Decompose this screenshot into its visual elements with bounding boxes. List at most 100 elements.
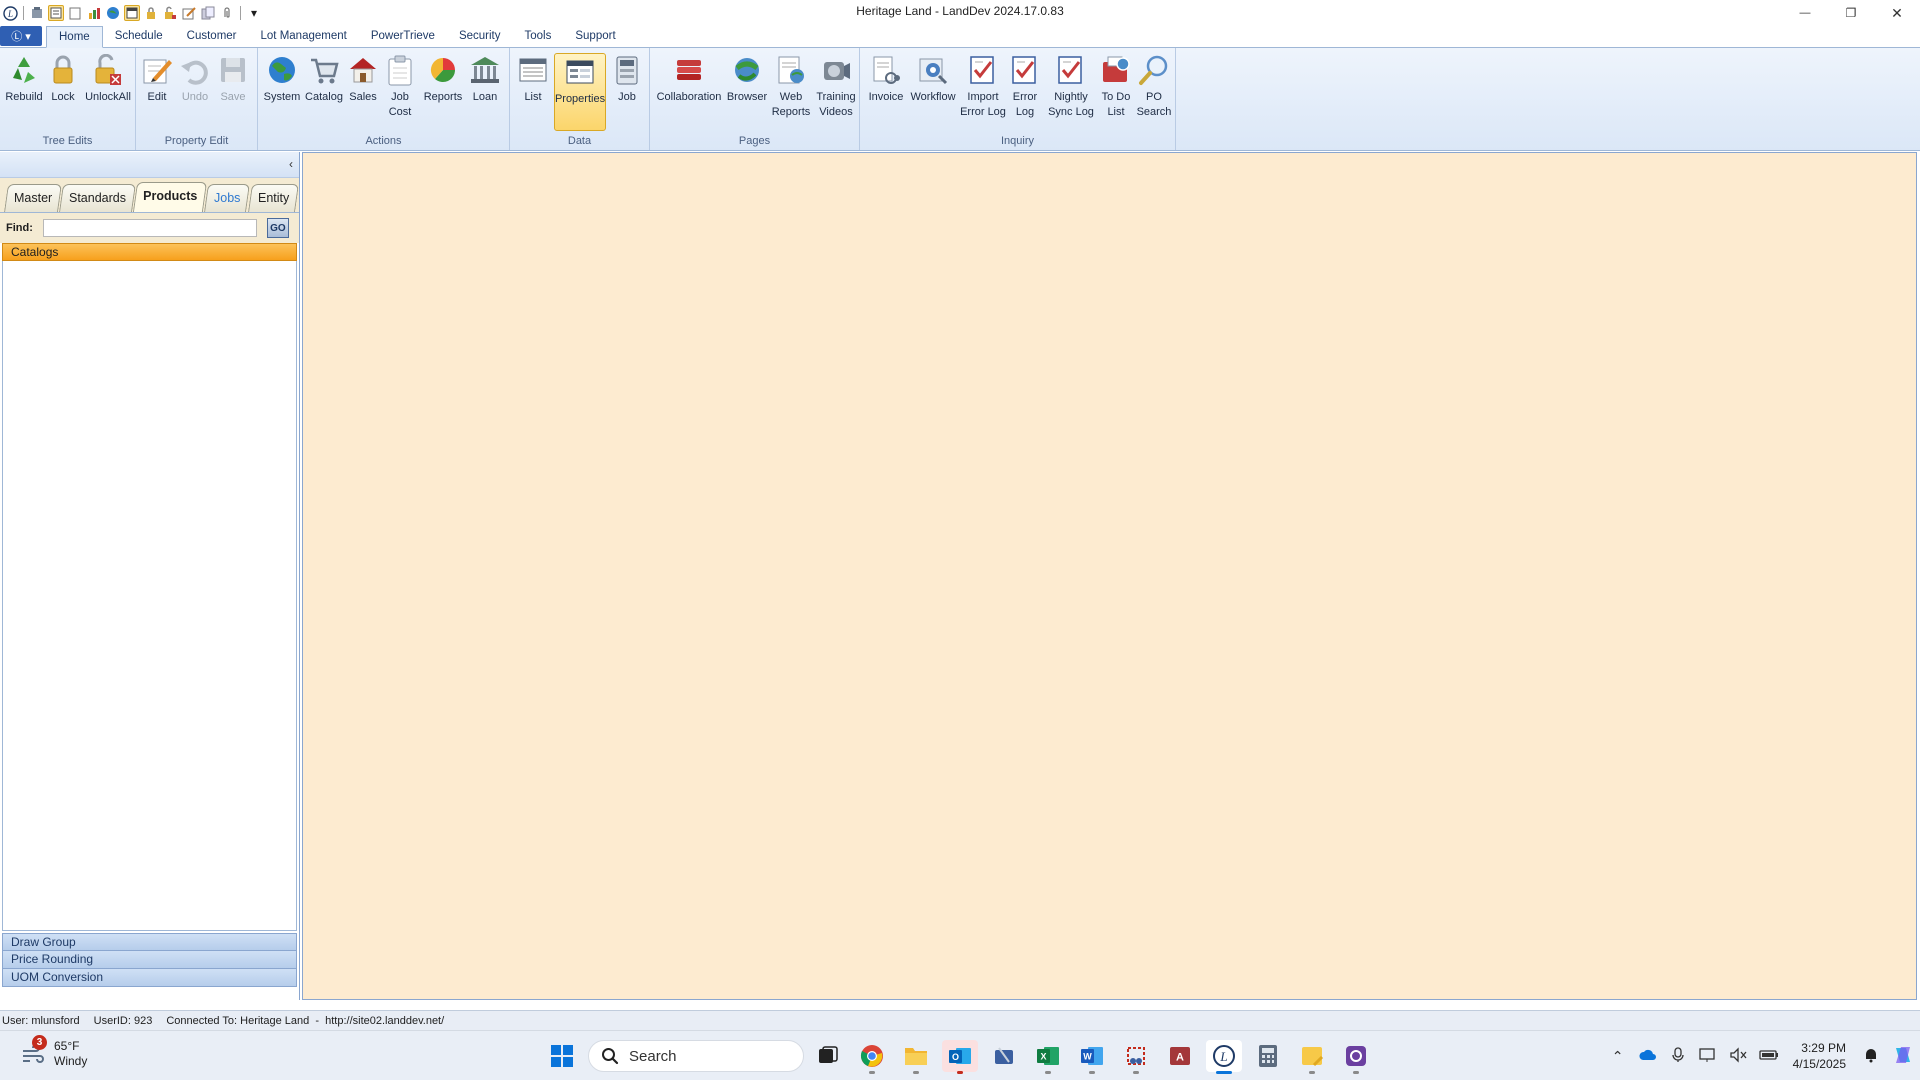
taskbar-chrome[interactable]	[854, 1040, 890, 1074]
onedrive-icon[interactable]	[1639, 1048, 1657, 1064]
section-catalogs[interactable]: Catalogs	[2, 243, 297, 261]
attachment-icon[interactable]	[219, 5, 235, 21]
tab-jobs[interactable]: Jobs	[204, 184, 251, 212]
task-view-button[interactable]	[810, 1040, 846, 1072]
excel-icon: X	[1037, 1047, 1059, 1065]
lock-button[interactable]: Lock	[46, 52, 80, 105]
tab-home[interactable]: Home	[46, 26, 103, 48]
minimize-button[interactable]: —	[1782, 0, 1828, 26]
tab-products[interactable]: Products	[133, 182, 208, 212]
application-menu-button[interactable]: Ⓛ ▾	[0, 26, 42, 46]
sales-button[interactable]: Sales	[346, 52, 380, 105]
browser-button[interactable]: Browser	[726, 52, 768, 105]
close-button[interactable]: ✕	[1874, 0, 1920, 26]
po-search-button[interactable]: PO Search	[1136, 52, 1172, 120]
tab-schedule[interactable]: Schedule	[103, 26, 175, 47]
clipboard-icon[interactable]	[67, 5, 83, 21]
catalog-button[interactable]: Catalog	[304, 52, 344, 105]
training-videos-button[interactable]: Training Videos	[814, 52, 858, 120]
edit-button[interactable]: Edit	[140, 52, 174, 105]
undo-button[interactable]: Undo	[178, 52, 212, 105]
taskbar-outlook[interactable]: O	[942, 1040, 978, 1074]
properties-qat-icon[interactable]	[48, 5, 64, 21]
group-inquiry: Invoice Workflow Import Error Log Error …	[860, 48, 1176, 150]
list-button[interactable]: List	[516, 52, 550, 105]
job-button[interactable]: Job	[610, 52, 644, 105]
taskbar-app-purple[interactable]	[1338, 1040, 1374, 1074]
properties-icon	[562, 54, 598, 90]
tab-security[interactable]: Security	[447, 26, 513, 47]
workflow-button[interactable]: Workflow	[908, 52, 958, 105]
tab-lot-management[interactable]: Lot Management	[249, 26, 359, 47]
loan-button[interactable]: Loan	[468, 52, 502, 105]
unlock-all-button[interactable]: UnlockAll	[84, 52, 132, 105]
group-label-data: Data	[567, 135, 592, 147]
section-price-rounding[interactable]: Price Rounding	[2, 951, 297, 969]
reports-button[interactable]: Reports	[422, 52, 464, 105]
edit-icon[interactable]	[181, 5, 197, 21]
catalog-tree[interactable]	[2, 261, 297, 931]
landdev-logo-icon[interactable]: L	[2, 5, 18, 21]
invoice-button[interactable]: Invoice	[866, 52, 906, 105]
tab-tools[interactable]: Tools	[513, 26, 564, 47]
chart-icon[interactable]	[86, 5, 102, 21]
svg-text:L: L	[1219, 1049, 1227, 1064]
nightly-sync-log-button[interactable]: Nightly Sync Log	[1046, 52, 1096, 120]
system-button[interactable]: System	[264, 52, 300, 105]
section-uom-conversion[interactable]: UOM Conversion	[2, 969, 297, 987]
unlock-all-icon[interactable]	[162, 5, 178, 21]
weather-widget[interactable]: 3 65°F Windy	[20, 1035, 87, 1069]
taskbar-access[interactable]: A	[1162, 1040, 1198, 1072]
volume-muted-icon[interactable]	[1729, 1046, 1747, 1066]
taskbar-app-tools[interactable]	[986, 1040, 1022, 1072]
main-workspace[interactable]	[302, 152, 1917, 1000]
rebuild-button[interactable]: Rebuild	[4, 52, 44, 105]
window-controls: — ❐ ✕	[1782, 0, 1920, 26]
error-log-button[interactable]: Error Log	[1008, 52, 1042, 120]
taskbar-sticky-notes[interactable]	[1294, 1040, 1330, 1074]
taskbar-calculator[interactable]	[1250, 1040, 1286, 1072]
find-input[interactable]	[42, 219, 257, 237]
tab-support[interactable]: Support	[563, 26, 627, 47]
save-button[interactable]: Save	[216, 52, 250, 105]
microphone-icon[interactable]	[1669, 1046, 1687, 1066]
tools-icon[interactable]	[29, 5, 45, 21]
running-indicator	[869, 1071, 875, 1074]
taskbar-snipping-tool[interactable]	[1118, 1040, 1154, 1074]
job-cost-button[interactable]: Job Cost	[384, 52, 416, 120]
network-icon[interactable]	[1698, 1047, 1717, 1066]
taskbar-excel[interactable]: X	[1030, 1040, 1066, 1074]
lock-icon[interactable]	[143, 5, 159, 21]
tab-powertrieve[interactable]: PowerTrieve	[359, 26, 447, 47]
collapse-pane-icon[interactable]: ‹	[289, 157, 293, 171]
restore-button[interactable]: ❐	[1828, 0, 1874, 26]
copilot-icon[interactable]	[1892, 1044, 1910, 1069]
battery-icon[interactable]	[1758, 1048, 1778, 1064]
start-button[interactable]	[551, 1045, 573, 1067]
taskbar-landdev[interactable]: L	[1206, 1040, 1242, 1074]
collaboration-button[interactable]: Collaboration	[656, 52, 722, 105]
window-icon[interactable]	[124, 5, 140, 21]
tab-master[interactable]: Master	[4, 184, 63, 212]
chevron-up-icon[interactable]: ⌃	[1609, 1048, 1627, 1065]
taskbar-file-explorer[interactable]	[898, 1040, 934, 1074]
clipboard-icon	[382, 52, 418, 88]
tab-customer[interactable]: Customer	[175, 26, 249, 47]
notification-bell-icon[interactable]	[1862, 1047, 1880, 1066]
todo-list-button[interactable]: To Do List	[1098, 52, 1134, 120]
tab-standards[interactable]: Standards	[59, 184, 137, 212]
error-log-icon	[1007, 52, 1043, 88]
globe-icon[interactable]	[105, 5, 121, 21]
copy-icon[interactable]	[200, 5, 216, 21]
group-property-edit: Edit Undo Save Property Edit	[136, 48, 258, 150]
taskbar-word[interactable]: W	[1074, 1040, 1110, 1074]
customize-qat-icon[interactable]: ▾	[246, 5, 262, 21]
section-draw-group[interactable]: Draw Group	[2, 933, 297, 951]
tab-entity[interactable]: Entity	[247, 184, 300, 212]
go-button[interactable]: GO	[266, 218, 289, 238]
properties-button[interactable]: Properties	[554, 53, 606, 131]
web-reports-button[interactable]: Web Reports	[772, 52, 810, 120]
taskbar-search[interactable]: Search	[588, 1040, 804, 1072]
clock[interactable]: 3:29 PM 4/15/2025	[1793, 1040, 1846, 1072]
import-error-log-button[interactable]: Import Error Log	[960, 52, 1006, 120]
